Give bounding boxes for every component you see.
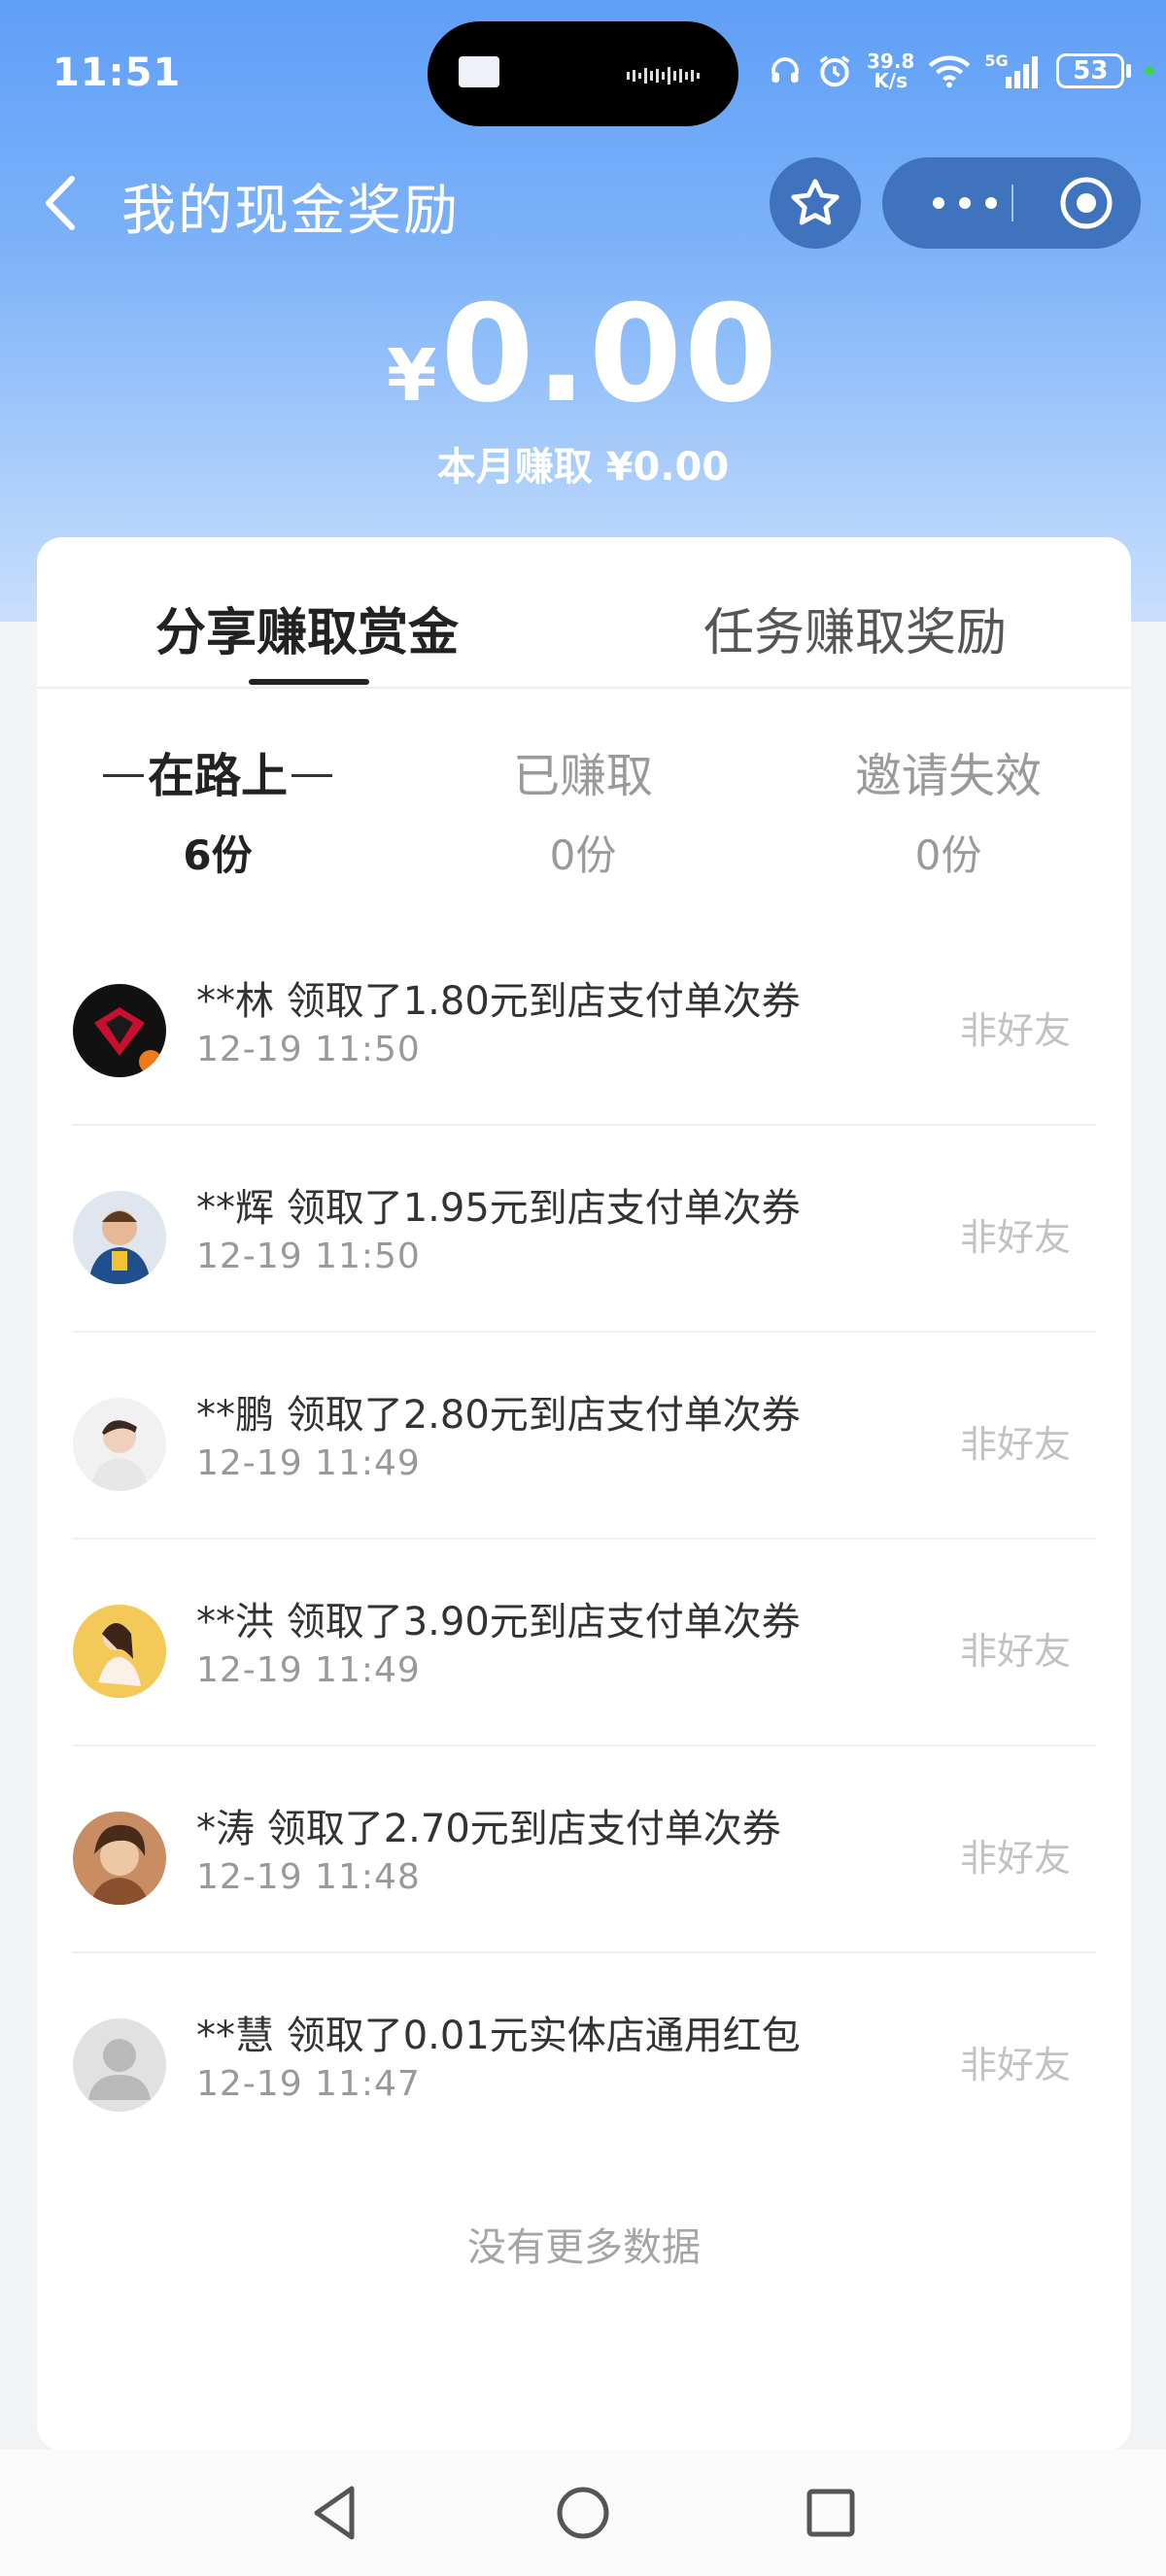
list-item[interactable]: **鹏 领取了2.80元到店支付单次券 12-19 11:49 非好友: [37, 1333, 1131, 1540]
headset-icon: [772, 57, 799, 83]
privacy-indicator: [1145, 66, 1155, 76]
record-time: 12-19 11:47: [196, 2064, 421, 2104]
monthly-earned: 本月赚取 ¥0.00: [436, 445, 730, 490]
list-item[interactable]: **洪 领取了3.90元到店支付单次券 12-19 11:49 非好友: [37, 1540, 1131, 1746]
default-avatar-icon: [73, 2018, 166, 2112]
filter-dash-left: [103, 774, 144, 777]
reward-summary: ¥ 0.00 本月赚取 ¥0.00: [0, 276, 1166, 491]
list-item[interactable]: **辉 领取了1.95元到店支付单次券 12-19 11:50 非好友: [37, 1126, 1131, 1333]
close-miniapp-button[interactable]: [1038, 157, 1135, 249]
avatar: [73, 1812, 166, 1905]
avatar: [73, 1398, 166, 1491]
tab-share-bounty[interactable]: 分享赚取赏金: [155, 592, 459, 664]
alarm-icon: [819, 55, 850, 87]
miniapp-capsule: [882, 157, 1141, 249]
rewards-card: 分享赚取赏金 任务赚取奖励 在路上 6份 已赚取 0份 邀请失效 0份 **林 …: [37, 537, 1131, 2451]
page: 11:51 39.8 K/s 5G 53 我的现金奖励 ¥ 0.00 本月赚取 …: [0, 0, 1166, 2576]
avatar: [73, 1191, 166, 1284]
reward-records-list: **林 领取了1.80元到店支付单次券 12-19 11:50 非好友 **辉 …: [37, 919, 1131, 2160]
list-item[interactable]: **慧 领取了0.01元实体店通用红包 12-19 11:47 非好友: [37, 1953, 1131, 2160]
total-amount-value: 0.00: [440, 276, 779, 432]
friend-status-tag: 非好友: [959, 1630, 1071, 1673]
filter-count: 0份: [549, 831, 617, 879]
status-filters: 在路上 6份 已赚取 0份 邀请失效 0份: [37, 689, 1131, 879]
filter-invite-expired[interactable]: 邀请失效 0份: [803, 737, 1094, 882]
filter-earned[interactable]: 已赚取 0份: [437, 737, 729, 882]
recents-square-icon[interactable]: [797, 2479, 865, 2547]
navigation-bar: 我的现金奖励: [0, 146, 1166, 262]
avatar: [73, 984, 166, 1077]
more-dots-icon: [933, 197, 997, 209]
dynamic-island: [428, 21, 738, 126]
active-tab-indicator: [249, 679, 369, 685]
media-thumbnail-icon: [459, 56, 499, 87]
filter-dash-right: [292, 774, 332, 777]
no-more-data: 没有更多数据: [467, 2225, 701, 2270]
network-speed-unit: K/s: [874, 69, 909, 92]
tab-bar: 分享赚取赏金 任务赚取奖励: [37, 537, 1131, 689]
battery-tip: [1126, 64, 1132, 78]
record-text: *涛 领取了2.70元到店支付单次券: [196, 1807, 781, 1851]
filter-in-progress[interactable]: 在路上 6份: [72, 737, 363, 882]
status-bar: 11:51 39.8 K/s 5G 53: [0, 0, 1166, 146]
status-icons: 39.8 K/s 5G 53: [768, 47, 1155, 95]
battery-icon: 53: [1056, 53, 1125, 88]
filter-label: 邀请失效: [854, 749, 1042, 803]
audio-wave-icon: [627, 67, 700, 85]
page-title: 我的现金奖励: [121, 180, 460, 243]
record-time: 12-19 11:50: [196, 1237, 421, 1276]
total-amount: ¥ 0.00: [0, 276, 1166, 432]
record-time: 12-19 11:48: [196, 1857, 421, 1897]
filter-count: 6份: [183, 831, 253, 879]
back-triangle-icon[interactable]: [301, 2479, 369, 2547]
record-text: **慧 领取了0.01元实体店通用红包: [196, 2014, 801, 2058]
record-text: **辉 领取了1.95元到店支付单次券: [196, 1186, 801, 1231]
network-speed: 39.8 K/s: [867, 51, 914, 90]
list-item[interactable]: *涛 领取了2.70元到店支付单次券 12-19 11:48 非好友: [37, 1746, 1131, 1953]
friend-status-tag: 非好友: [959, 1009, 1071, 1052]
wifi-icon: [929, 55, 971, 88]
home-circle-icon[interactable]: [549, 2479, 617, 2547]
record-time: 12-19 11:49: [196, 1650, 421, 1690]
currency-symbol: ¥: [387, 334, 437, 418]
favorite-button[interactable]: [770, 157, 861, 249]
record-time: 12-19 11:50: [196, 1030, 421, 1069]
record-time: 12-19 11:49: [196, 1443, 421, 1483]
friend-status-tag: 非好友: [959, 1216, 1071, 1259]
record-text: **林 领取了1.80元到店支付单次券: [196, 979, 801, 1024]
avatar: [73, 1605, 166, 1698]
target-close-icon: [1060, 177, 1113, 229]
capsule-divider: [1012, 185, 1013, 221]
friend-status-tag: 非好友: [959, 2044, 1071, 2086]
star-icon: [791, 179, 840, 225]
friend-status-tag: 非好友: [959, 1837, 1071, 1880]
filter-label: 在路上: [147, 749, 288, 803]
list-item[interactable]: **林 领取了1.80元到店支付单次券 12-19 11:50 非好友: [37, 919, 1131, 1126]
friend-status-tag: 非好友: [959, 1423, 1071, 1466]
filter-label: 已赚取: [512, 749, 653, 803]
status-time: 11:51: [52, 51, 182, 95]
record-text: **鹏 领取了2.80元到店支付单次券: [196, 1393, 801, 1438]
record-text: **洪 领取了3.90元到店支付单次券: [196, 1600, 801, 1644]
tab-task-rewards[interactable]: 任务赚取奖励: [703, 592, 1007, 664]
filter-count: 0份: [914, 831, 982, 879]
system-navigation-bar: [0, 2450, 1166, 2576]
network-speed-value: 39.8: [867, 50, 915, 73]
back-arrow-icon[interactable]: [35, 171, 93, 235]
signal-icon: 5G: [984, 51, 1043, 90]
more-button[interactable]: [911, 157, 1018, 249]
